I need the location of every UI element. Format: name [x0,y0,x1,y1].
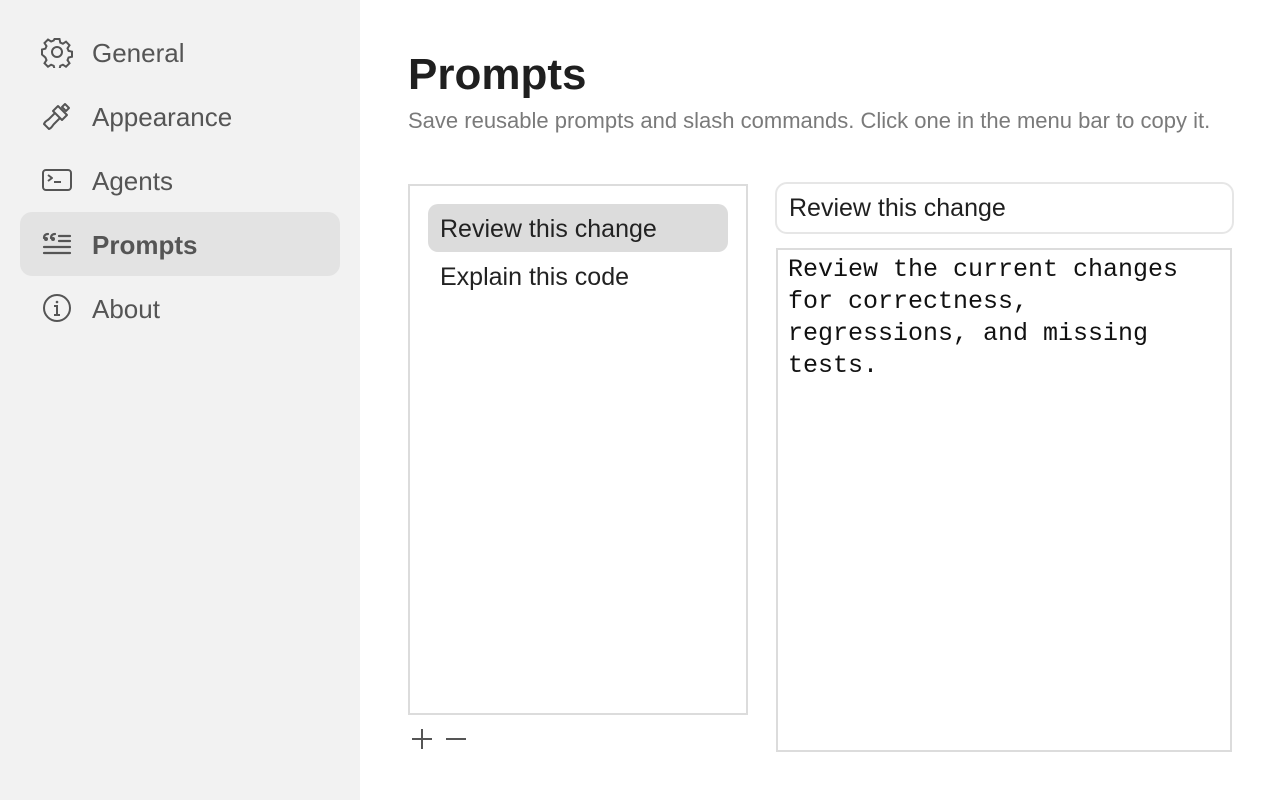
sidebar-item-general[interactable]: General [20,20,340,84]
terminal-icon [40,164,74,196]
sidebar-item-label: General [92,38,185,68]
info-icon [40,292,74,324]
quote-list-icon [40,228,74,260]
gear-icon [40,36,74,68]
minus-icon [443,726,469,752]
paintbrush-icon [40,100,74,132]
prompt-list-item[interactable]: Review this change [428,204,728,252]
sidebar-item-label: Appearance [92,102,233,132]
prompt-list: Review this change Explain this code [408,184,748,715]
page-subtitle: Save reusable prompts and slash commands… [408,108,1211,133]
sidebar: General Appearance Agents Prompts About [0,0,360,800]
sidebar-item-prompts[interactable]: Prompts [20,212,340,276]
page-title: Prompts [408,50,587,99]
sidebar-item-label: Prompts [92,230,198,260]
sidebar-item-label: Agents [92,166,173,196]
sidebar-item-label: About [92,294,160,324]
prompt-list-item-label: Explain this code [440,263,630,291]
plus-icon [409,726,435,752]
add-prompt-button[interactable] [408,727,436,751]
prompt-list-item[interactable]: Explain this code [428,252,728,300]
sidebar-item-agents[interactable]: Agents [20,148,340,212]
remove-prompt-button[interactable] [442,727,470,751]
sidebar-item-about[interactable]: About [20,276,340,340]
prompt-list-item-label: Review this change [440,215,657,243]
sidebar-item-appearance[interactable]: Appearance [20,84,340,148]
prompt-title-field[interactable] [775,182,1234,234]
prompt-body-field[interactable]: Review the current changes for correctne… [776,248,1232,752]
